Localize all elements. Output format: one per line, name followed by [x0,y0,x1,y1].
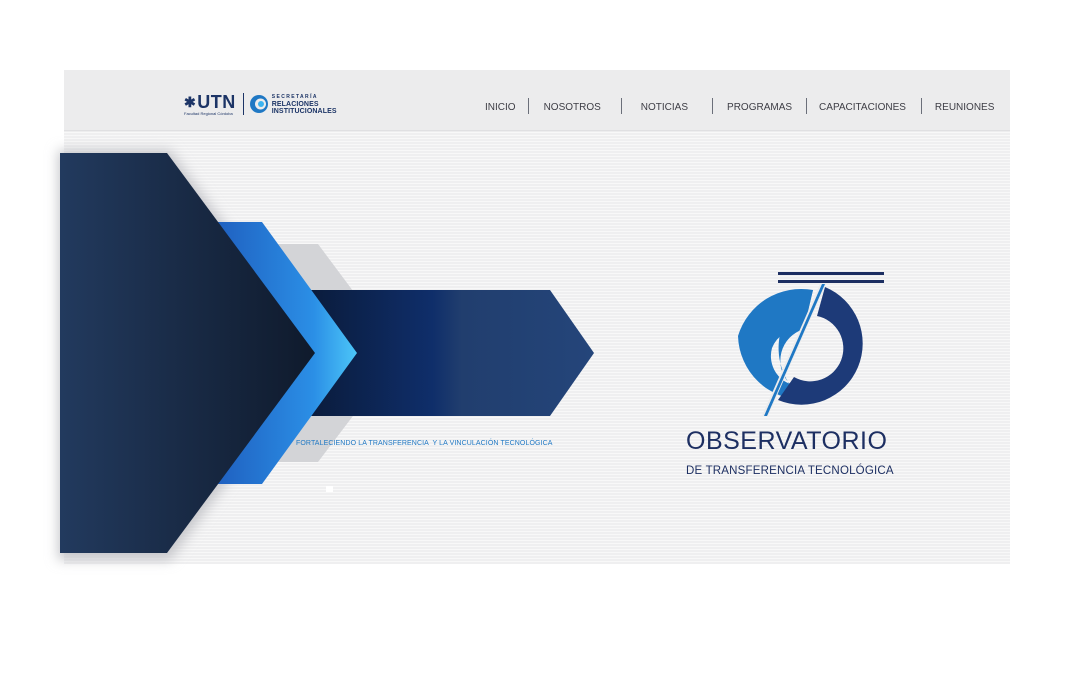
nav-noticias[interactable]: NOTICIAS [641,96,688,116]
nav-separator [527,98,529,114]
secretaria-line1: SECRETARÍA [271,93,318,100]
utn-subtitle: Facultad Regional Córdoba [184,110,233,116]
main-nav: INICIO NOSOTROS NOTICIAS PROGRAMAS CAPAC… [485,96,994,116]
hero-tagline: FORTALECIENDO LA TRANSFERENCIA Y LA VINC… [296,440,553,447]
nav-separator [620,98,622,114]
utn-logo: ✱ UTN Facultad Regional Córdoba [184,93,236,116]
secretaria-text: SECRETARÍA RELACIONES INSTITUCIONALES [272,94,337,115]
secretaria-swirl-icon [249,95,268,113]
logo-divider [242,93,244,115]
observatorio-subtitle: DE TRANSFERENCIA TECNOLÓGICA [686,465,894,477]
secretaria-line3: INSTITUCIONALES [271,107,337,115]
nav-capacitaciones[interactable]: CAPACITACIONES [819,96,906,116]
nav-nosotros[interactable]: NOSOTROS [544,96,601,116]
nav-inicio[interactable]: INICIO [485,96,516,116]
nav-separator [806,98,808,114]
page: ✱ UTN Facultad Regional Córdoba SECRETAR… [0,0,1075,680]
nav-programas[interactable]: PROGRAMAS [727,96,792,116]
utn-secretaria-logo[interactable]: ✱ UTN Facultad Regional Córdoba SECRETAR… [184,91,337,117]
utn-star-icon: ✱ [184,93,197,110]
observatorio-circle-logo [738,272,884,416]
observatorio-title: OBSERVATORIO [686,427,888,455]
carousel-dot[interactable] [326,486,333,492]
utn-wordmark: ✱ UTN [184,93,236,111]
nav-separator [712,98,714,114]
nav-reuniones[interactable]: REUNIONES [935,96,994,116]
secretaria-line2: RELACIONES [271,100,319,108]
utn-label: UTN [197,91,236,112]
nav-separator [920,98,922,114]
